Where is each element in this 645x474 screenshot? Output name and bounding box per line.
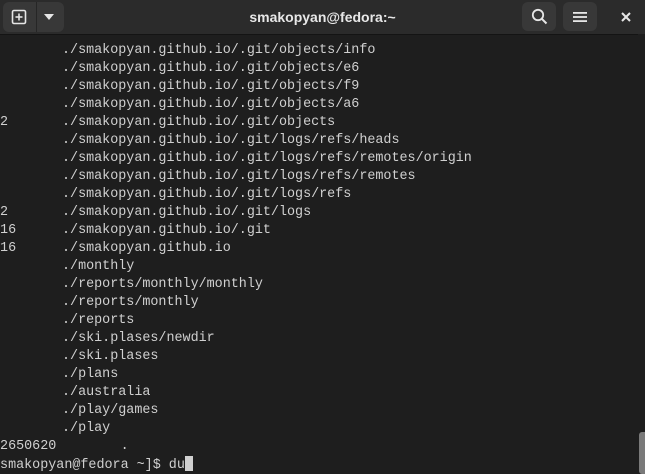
du-path: ./play <box>62 421 111 436</box>
menu-button[interactable] <box>563 2 597 31</box>
titlebar: smakopyan@fedora:~ <box>0 0 645 35</box>
du-size: 0 <box>0 276 62 294</box>
du-path: ./australia <box>62 385 151 400</box>
du-path: ./smakopyan.github.io/.git/objects/f9 <box>62 79 360 94</box>
output-line: 0./play/games <box>0 402 472 420</box>
du-path: ./reports/monthly <box>62 295 199 310</box>
output-line: 116 ./smakopyan.github.io/.git <box>0 222 472 240</box>
du-path: ./smakopyan.github.io/.git/objects/info <box>62 43 376 58</box>
du-path: ./smakopyan.github.io/.git/objects <box>62 115 336 130</box>
output-line: 0./plans <box>0 366 472 384</box>
du-size: 12 <box>0 115 9 130</box>
close-button[interactable] <box>611 2 641 31</box>
du-size: 4 <box>0 78 62 96</box>
du-size: 0 <box>0 420 62 438</box>
du-path: ./ski.plases/newdir <box>62 331 215 346</box>
du-path: ./ski.plases <box>62 349 159 364</box>
total-line: 22650620 . <box>0 439 129 454</box>
du-path: ./play/games <box>62 403 159 418</box>
command-prompt-line[interactable]: [smakopyan@fedora ~]$ du <box>0 456 472 474</box>
du-size: 4 <box>0 96 62 114</box>
output-line: 0./reports/monthly <box>0 294 472 312</box>
du-size: 0 <box>0 348 62 366</box>
du-size: 0 <box>0 258 62 276</box>
command-input[interactable]: du <box>169 458 185 473</box>
du-size: 0 <box>0 366 62 384</box>
du-size: 4 <box>0 132 62 150</box>
du-path: ./monthly <box>62 259 135 274</box>
new-tab-icon <box>11 9 26 24</box>
output-line: 0./play <box>0 420 472 438</box>
du-size: 4 <box>0 150 62 168</box>
output-line: 0./ski.plases/newdir <box>0 330 472 348</box>
terminal-lines: 0./smakopyan.github.io/.git/objects/info… <box>0 42 472 474</box>
du-path: ./smakopyan.github.io/.git/logs/refs/rem… <box>62 169 416 184</box>
output-line: 12 ./smakopyan.github.io/.git/objects <box>0 114 472 132</box>
du-size: 12 <box>0 205 9 220</box>
output-line: 0./reports <box>0 312 472 330</box>
output-line: 0./australia <box>0 384 472 402</box>
chevron-down-icon <box>44 13 54 20</box>
du-size: 8 <box>0 186 62 204</box>
close-icon <box>621 11 631 22</box>
new-tab-button[interactable] <box>3 2 34 31</box>
output-line: 4./smakopyan.github.io/.git/logs/refs/he… <box>0 132 472 150</box>
output-line: 0./ski.plases <box>0 348 472 366</box>
new-tab-dropdown-button[interactable] <box>34 2 64 31</box>
du-size: 116 <box>0 223 17 238</box>
du-size: 0 <box>0 384 62 402</box>
du-size: 116 <box>0 241 17 256</box>
du-path: ./smakopyan.github.io/.git/logs/refs <box>62 187 352 202</box>
du-path: ./smakopyan.github.io/.git/logs <box>62 205 312 220</box>
du-path: ./smakopyan.github.io/.git/objects/e6 <box>62 61 360 76</box>
output-line: 116 ./smakopyan.github.io <box>0 240 472 258</box>
du-path: ./smakopyan.github.io/.git/objects/a6 <box>62 97 360 112</box>
terminal-output[interactable]: 0./smakopyan.github.io/.git/objects/info… <box>0 34 638 474</box>
du-path: ./smakopyan.github.io/.git/logs/refs/rem… <box>62 151 472 166</box>
text-cursor <box>184 456 193 471</box>
du-path: ./smakopyan.github.io/.git <box>62 223 271 238</box>
vertical-scrollbar[interactable] <box>638 34 645 474</box>
du-size: 0 <box>0 330 62 348</box>
output-line: 4./smakopyan.github.io/.git/objects/a6 <box>0 96 472 114</box>
output-line: 4./smakopyan.github.io/.git/logs/refs/re… <box>0 168 472 186</box>
hamburger-menu-icon <box>573 11 587 22</box>
du-path: ./reports/monthly/monthly <box>62 277 263 292</box>
terminal-window: smakopyan@fedora:~ 0./smakopyan.github.i… <box>0 0 645 474</box>
du-path: ./reports <box>62 313 135 328</box>
du-size: 4 <box>0 60 62 78</box>
du-path: ./smakopyan.github.io <box>62 241 231 256</box>
du-size: 4 <box>0 168 62 186</box>
du-size: 0 <box>0 294 62 312</box>
output-line: 0./smakopyan.github.io/.git/objects/info <box>0 42 472 60</box>
output-line: 4./smakopyan.github.io/.git/logs/refs/re… <box>0 150 472 168</box>
du-size: 0 <box>0 402 62 420</box>
output-line: 4./smakopyan.github.io/.git/objects/e6 <box>0 60 472 78</box>
du-path: ./plans <box>62 367 119 382</box>
output-line: 8./smakopyan.github.io/.git/logs/refs <box>0 186 472 204</box>
output-line: 0./monthly <box>0 258 472 276</box>
du-size: 0 <box>0 312 62 330</box>
scrollbar-thumb[interactable] <box>639 432 645 474</box>
du-path: ./smakopyan.github.io/.git/logs/refs/hea… <box>62 133 400 148</box>
output-line: 12 ./smakopyan.github.io/.git/logs <box>0 204 472 222</box>
search-button[interactable] <box>522 2 556 31</box>
search-icon <box>531 8 547 25</box>
output-line: 0./reports/monthly/monthly <box>0 276 472 294</box>
du-size: 0 <box>0 42 62 60</box>
shell-prompt: [smakopyan@fedora ~]$ <box>0 458 169 473</box>
output-line: 4./smakopyan.github.io/.git/objects/f9 <box>0 78 472 96</box>
